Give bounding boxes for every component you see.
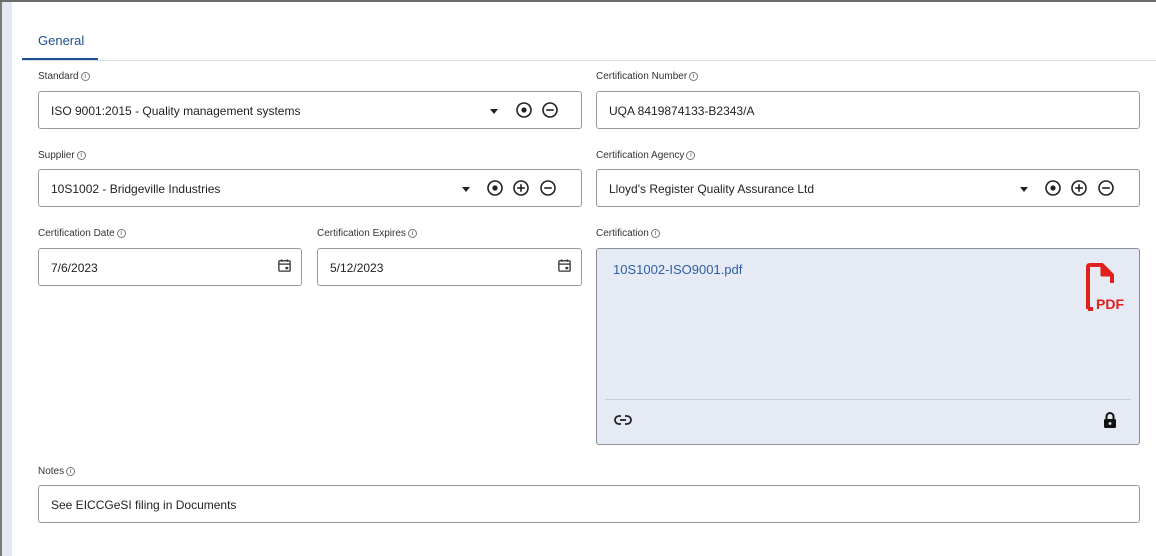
lock-icon[interactable] [1103,411,1117,429]
supplier-label: Supplier i [38,150,86,161]
caret-down-icon[interactable] [1020,187,1028,192]
tab-general[interactable]: General [22,20,98,60]
cert-number-value: UQA 8419874133-B2343/A [609,104,755,118]
left-border [0,0,2,556]
link-icon[interactable] [614,414,632,426]
top-border [0,0,1156,2]
pdf-file-icon[interactable]: PDF [1082,261,1128,315]
target-icon[interactable] [515,101,533,119]
plus-circle-icon[interactable] [512,179,530,197]
info-icon[interactable]: i [650,229,660,238]
calendar-icon[interactable] [277,258,292,273]
tab-general-label: General [38,33,85,48]
info-icon[interactable]: i [686,151,696,160]
cert-date-value: 7/6/2023 [51,261,98,275]
caret-down-icon[interactable] [462,187,470,192]
info-icon[interactable]: i [80,72,90,81]
target-icon[interactable] [486,179,504,197]
cert-number-label: Certification Number i [596,71,699,82]
caret-down-icon[interactable] [490,109,498,114]
standard-select[interactable]: ISO 9001:2015 - Quality management syste… [38,91,582,129]
cert-number-input[interactable]: UQA 8419874133-B2343/A [596,91,1140,129]
calendar-icon[interactable] [557,258,572,273]
info-icon[interactable]: i [66,467,76,476]
plus-circle-icon[interactable] [1070,179,1088,197]
info-icon[interactable]: i [116,229,126,238]
notes-input[interactable]: See EICCGeSI filing in Documents [38,485,1140,523]
certification-attachment: 10S1002-ISO9001.pdf PDF [596,248,1140,445]
cert-agency-label: Certification Agency i [596,150,696,161]
tab-bar-divider [22,60,1156,61]
minus-circle-icon[interactable] [1097,179,1115,197]
certification-file-link[interactable]: 10S1002-ISO9001.pdf [613,262,742,277]
tab-bar: General [22,20,1156,60]
cert-expires-label: Certification Expires i [317,228,417,239]
cert-expires-value: 5/12/2023 [330,261,384,275]
standard-label: Standard i [38,71,90,82]
pdf-badge-text: PDF [1096,296,1124,312]
notes-value: See EICCGeSI filing in Documents [51,498,237,512]
minus-circle-icon[interactable] [541,101,559,119]
cert-date-input[interactable]: 7/6/2023 [38,248,302,286]
minus-circle-icon[interactable] [539,179,557,197]
supplier-select[interactable]: 10S1002 - Bridgeville Industries [38,169,582,207]
cert-expires-input[interactable]: 5/12/2023 [317,248,582,286]
certification-label: Certification i [596,228,660,239]
info-icon[interactable]: i [689,72,699,81]
cert-agency-select[interactable]: Lloyd's Register Quality Assurance Ltd [596,169,1140,207]
standard-value: ISO 9001:2015 - Quality management syste… [51,104,301,118]
attachment-divider [605,399,1131,400]
supplier-value: 10S1002 - Bridgeville Industries [51,182,221,196]
target-icon[interactable] [1044,179,1062,197]
cert-agency-value: Lloyd's Register Quality Assurance Ltd [609,182,815,196]
info-icon[interactable]: i [76,151,86,160]
notes-label: Notes i [38,466,76,477]
cert-date-label: Certification Date i [38,228,126,239]
info-icon[interactable]: i [407,229,417,238]
